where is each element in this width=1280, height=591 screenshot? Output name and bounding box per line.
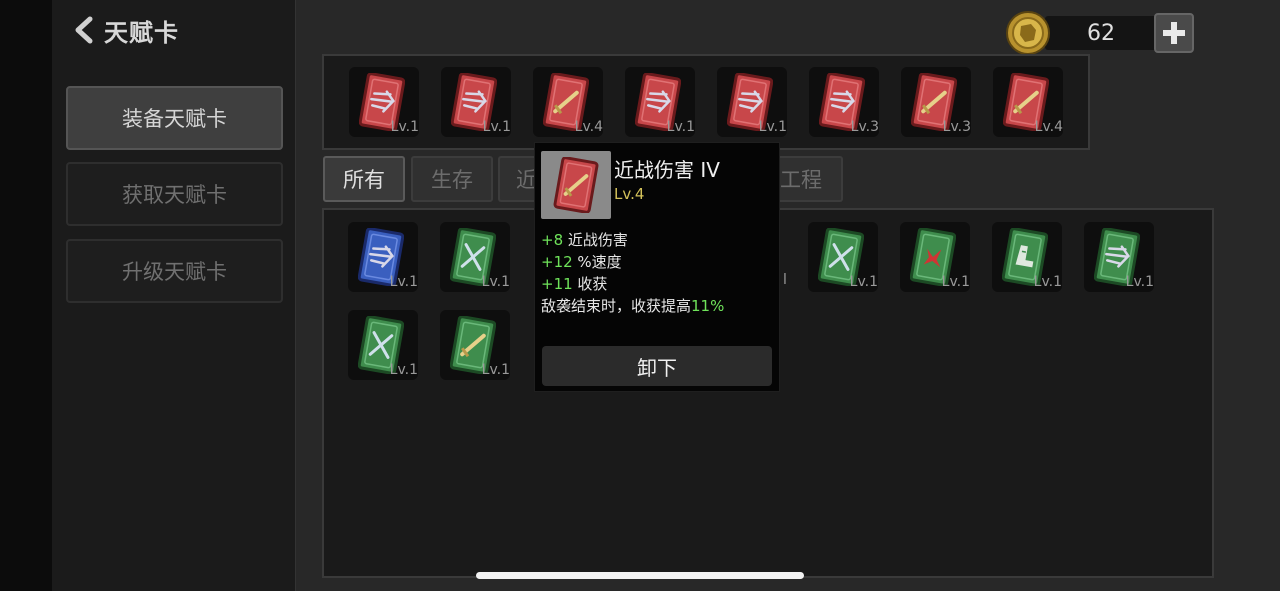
card-level: Lv.4 — [1034, 119, 1063, 135]
tab-all[interactable]: 所有 — [323, 156, 405, 202]
tab-label: 生存 — [431, 168, 473, 192]
home-indicator[interactable] — [476, 572, 804, 579]
tab-survival[interactable]: 生存 — [411, 156, 493, 202]
equipped-card-slot[interactable]: Lv.3 — [901, 67, 971, 137]
stat-label: %速度 — [572, 253, 622, 271]
plus-icon — [1163, 22, 1185, 44]
sidebar-item-upgrade[interactable]: 升级天赋卡 — [66, 239, 283, 303]
effect-value: 11% — [691, 297, 725, 315]
inventory-card-slot[interactable]: Lv.1 — [808, 222, 878, 292]
inventory-card-slot[interactable]: Lv.1 — [348, 222, 418, 292]
tooltip-stat: +8 近战伤害 — [541, 229, 628, 250]
sidebar-item-obtain[interactable]: 获取天赋卡 — [66, 162, 283, 226]
card-level: l — [783, 272, 787, 288]
tooltip-stat: +11 收获 — [541, 273, 607, 294]
card-level: Lv.1 — [1125, 274, 1154, 290]
card-level: Lv.1 — [849, 274, 878, 290]
card-level: Lv.1 — [481, 274, 510, 290]
tooltip-stat: +12 %速度 — [541, 251, 622, 272]
currency-amount: 62 — [1045, 16, 1157, 50]
equipped-card-slot[interactable]: Lv.1 — [717, 67, 787, 137]
chevron-left-icon — [75, 16, 93, 44]
sword-card-icon — [553, 157, 599, 213]
tab-engineering[interactable]: 工程 — [780, 156, 843, 202]
tooltip-card-level: Lv.4 — [614, 185, 645, 203]
coin-icon — [1006, 11, 1050, 55]
card-level: Lv.1 — [482, 119, 511, 135]
sidebar-item-label: 升级天赋卡 — [122, 260, 227, 284]
tooltip-card-name: 近战伤害 IV — [614, 158, 720, 182]
card-level: Lv.1 — [1033, 274, 1062, 290]
tab-melee[interactable]: 近 — [498, 156, 537, 202]
card-level: Lv.1 — [941, 274, 970, 290]
sidebar-item-equip[interactable]: 装备天赋卡 — [66, 86, 283, 150]
stat-value: +8 — [541, 231, 564, 249]
inventory-card-slot[interactable]: Lv.1 — [992, 222, 1062, 292]
card-level: Lv.1 — [666, 119, 695, 135]
card-level: Lv.1 — [390, 119, 419, 135]
inventory-card-slot[interactable]: Lv.1 — [440, 222, 510, 292]
card-level: Lv.4 — [574, 119, 603, 135]
add-currency-button[interactable] — [1154, 13, 1194, 53]
equipped-card-slot[interactable]: Lv.1 — [441, 67, 511, 137]
inventory-card-slot[interactable]: Lv.1 — [900, 222, 970, 292]
sidebar-item-label: 获取天赋卡 — [122, 183, 227, 207]
card-level: Lv.1 — [389, 362, 418, 378]
card-level: Lv.3 — [850, 119, 879, 135]
back-button[interactable]: 天赋卡 — [72, 12, 179, 48]
page-title: 天赋卡 — [104, 18, 179, 47]
inventory-card-slot[interactable]: Lv.1 — [1084, 222, 1154, 292]
tooltip-card-icon — [541, 151, 611, 219]
tab-label: 所有 — [343, 168, 385, 192]
card-tooltip: 近战伤害 IV Lv.4 +8 近战伤害 +12 %速度 +11 收获 敌袭结束… — [534, 142, 780, 392]
tab-label: 工程 — [780, 168, 822, 192]
equipped-card-slot[interactable]: Lv.3 — [809, 67, 879, 137]
unequip-button[interactable]: 卸下 — [542, 346, 772, 386]
sidebar-item-label: 装备天赋卡 — [122, 107, 227, 131]
card-level: Lv.1 — [389, 274, 418, 290]
tooltip-effect: 敌袭结束时，收获提高11% — [541, 295, 724, 316]
equipped-card-slot[interactable]: Lv.4 — [993, 67, 1063, 137]
stat-value: +11 — [541, 275, 573, 293]
stat-label: 近战伤害 — [563, 231, 628, 249]
card-level: Lv.1 — [758, 119, 787, 135]
equipped-card-slot[interactable]: Lv.4 — [533, 67, 603, 137]
stat-value: +12 — [541, 253, 573, 271]
equipped-cards-panel — [322, 54, 1090, 150]
equipped-card-slot[interactable]: Lv.1 — [625, 67, 695, 137]
card-level: Lv.1 — [481, 362, 510, 378]
card-level: Lv.3 — [942, 119, 971, 135]
inventory-card-slot[interactable]: Lv.1 — [348, 310, 418, 380]
equipped-card-slot[interactable]: Lv.1 — [349, 67, 419, 137]
inventory-card-slot[interactable]: Lv.1 — [440, 310, 510, 380]
stat-label: 收获 — [572, 275, 608, 293]
effect-text: 敌袭结束时，收获提高 — [541, 297, 692, 315]
